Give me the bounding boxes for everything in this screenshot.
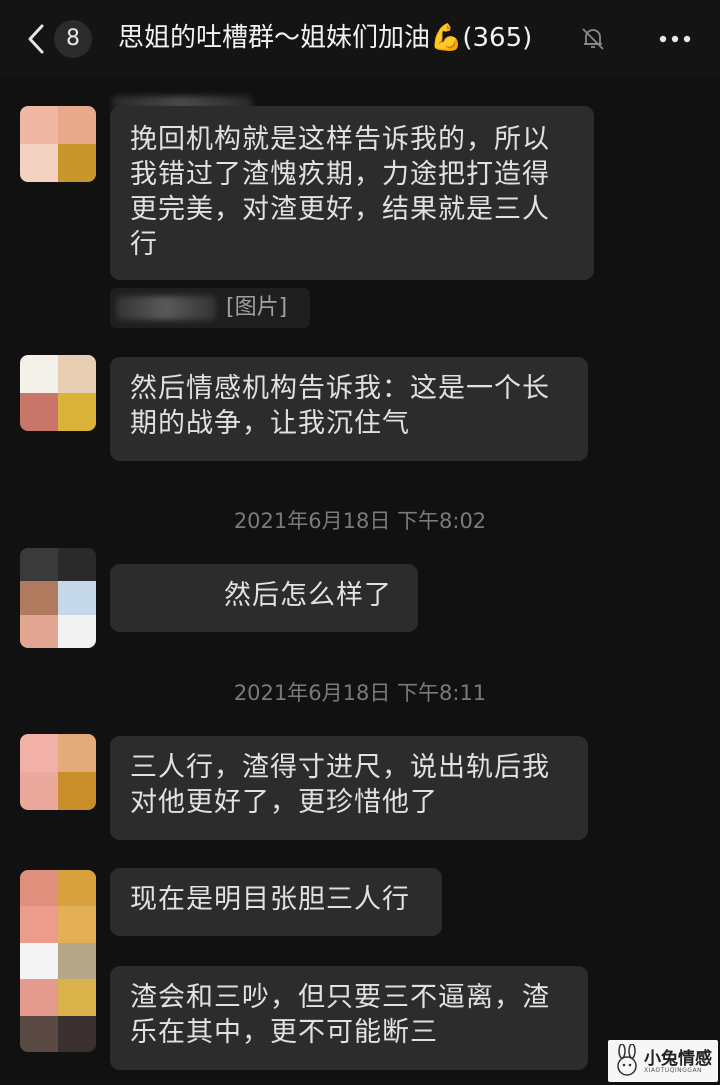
message-bubble[interactable]: 三人行，渣得寸进尺，说出轨后我对他更好了，更珍惜他了 [110, 736, 588, 840]
timestamp: 2021年6月18日 下午8:02 [233, 509, 487, 533]
avatar[interactable] [20, 548, 96, 648]
message-bubble[interactable]: 然后怎么样了 [110, 564, 418, 632]
message-text: 然后情感机构告诉我：这是一个长期的战争，让我沉住气 [130, 373, 550, 439]
watermark-logo: 小兔情感 XIAOTUQINGGAN [608, 1040, 718, 1082]
quote-label: [图片] [226, 295, 288, 320]
message-text: 然后怎么样了 [224, 580, 392, 611]
message-text: 三人行，渣得寸进尺，说出轨后我对他更好了，更珍惜他了 [130, 752, 550, 818]
quoted-image[interactable]: [图片] [110, 288, 310, 328]
avatar[interactable] [20, 734, 96, 810]
rabbit-logo-icon [617, 1044, 637, 1076]
avatar[interactable] [20, 355, 96, 431]
message-bubble[interactable]: 然后情感机构告诉我：这是一个长期的战争，让我沉住气 [110, 357, 588, 461]
avatar[interactable] [20, 870, 96, 1052]
unread-badge[interactable]: 8 [54, 20, 92, 58]
watermark-title: 小兔情感 [644, 1049, 712, 1069]
message-bubble[interactable]: 渣会和三吵，但只要三不逼离，渣乐在其中，更不可能断三 [110, 966, 588, 1070]
avatar[interactable] [20, 106, 96, 182]
back-icon[interactable] [22, 22, 52, 56]
more-icon[interactable] [655, 24, 695, 54]
message-text: 渣会和三吵，但只要三不逼离，渣乐在其中，更不可能断三 [130, 982, 550, 1048]
quote-sender-blur [116, 296, 216, 320]
message-bubble[interactable]: 挽回机构就是这样告诉我的，所以我错过了渣愧疚期，力途把打造得更完美，对渣更好，结… [110, 106, 594, 280]
mute-bell-icon [582, 28, 604, 50]
message-text: 现在是明目张胆三人行 [130, 884, 410, 915]
message-bubble[interactable]: 现在是明目张胆三人行 [110, 868, 442, 936]
chat-title: 思姐的吐槽群～姐妹们加油💪(365) [118, 23, 533, 53]
message-text: 挽回机构就是这样告诉我的，所以我错过了渣愧疚期，力途把打造得更完美，对渣更好，结… [130, 124, 550, 260]
watermark-subtitle: XIAOTUQINGGAN [644, 1067, 703, 1074]
timestamp: 2021年6月18日 下午8:11 [233, 681, 487, 705]
chat-header: 8 思姐的吐槽群～姐妹们加油💪(365) [0, 0, 720, 78]
